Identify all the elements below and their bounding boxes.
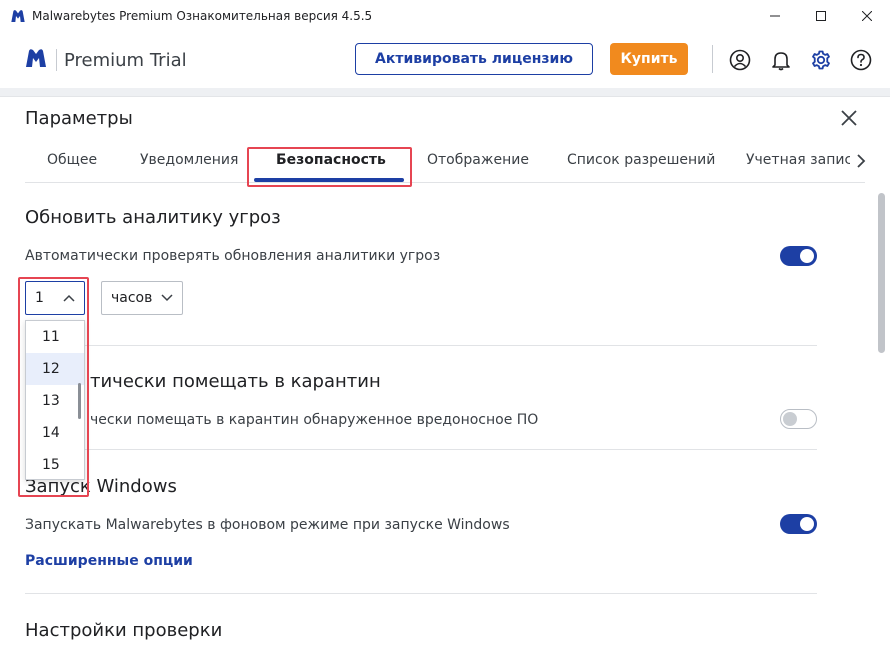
section-divider xyxy=(25,345,817,346)
account-icon xyxy=(729,49,751,71)
maximize-icon xyxy=(816,11,826,21)
toggle-knob xyxy=(783,411,797,426)
chevron-right-icon[interactable] xyxy=(853,151,869,171)
auto-check-label: Автоматически проверять обновления анали… xyxy=(25,248,441,264)
auto-check-toggle[interactable] xyxy=(780,246,817,266)
quarantine-toggle[interactable] xyxy=(780,409,817,429)
dropdown-option[interactable]: 15 xyxy=(26,449,84,479)
interval-unit: часов xyxy=(111,290,153,306)
active-tab-indicator xyxy=(254,178,404,182)
quarantine-title: тически помещать в карантин xyxy=(90,371,381,392)
settings-panel: Параметры Общее Уведомления Безопасность… xyxy=(0,96,890,645)
section-divider xyxy=(25,449,817,450)
help-icon xyxy=(850,49,872,71)
app-header: Premium Trial Активировать лицензию Купи… xyxy=(0,32,890,88)
panel-separator xyxy=(0,88,890,96)
gear-icon xyxy=(812,50,830,70)
scan-settings-title: Настройки проверки xyxy=(25,620,223,641)
product-name: Premium Trial xyxy=(64,50,187,71)
section-divider xyxy=(25,593,817,594)
tabs-strip: Общее Уведомления Безопасность Отображен… xyxy=(25,147,850,183)
tab-display[interactable]: Отображение xyxy=(427,152,529,168)
malwarebytes-logo-icon xyxy=(11,10,25,22)
header-divider xyxy=(56,49,57,71)
tab-notifications[interactable]: Уведомления xyxy=(140,152,238,168)
activate-license-button[interactable]: Активировать лицензию xyxy=(355,43,593,75)
tab-account[interactable]: Учетная запис xyxy=(746,152,850,168)
close-icon xyxy=(862,11,872,21)
malwarebytes-logo-icon xyxy=(26,49,46,67)
buy-button[interactable]: Купить xyxy=(610,43,688,75)
dropdown-option[interactable]: 13 xyxy=(26,385,84,417)
interval-unit-select[interactable]: часов xyxy=(101,281,183,315)
tab-general[interactable]: Общее xyxy=(47,152,97,168)
windows-startup-toggle[interactable] xyxy=(780,514,817,534)
settings-scrollbar[interactable] xyxy=(878,193,885,353)
chevron-down-icon xyxy=(161,294,173,302)
dropdown-option[interactable]: 14 xyxy=(26,417,84,449)
window-titlebar: Malwarebytes Premium Ознакомительная вер… xyxy=(0,0,890,32)
interval-value-select[interactable]: 1 xyxy=(25,281,85,315)
advanced-options-link[interactable]: Расширенные опции xyxy=(25,553,193,569)
settings-content: Обновить аналитику угроз Автоматически п… xyxy=(0,183,890,645)
quarantine-label: чески помещать в карантин обнаруженное в… xyxy=(90,412,539,428)
minimize-button[interactable] xyxy=(752,0,798,32)
maximize-button[interactable] xyxy=(798,0,844,32)
dropdown-scrollbar[interactable] xyxy=(78,383,81,419)
toggle-knob xyxy=(800,517,814,531)
settings-button[interactable] xyxy=(809,48,833,72)
interval-dropdown-list[interactable]: 11 12 13 14 15 xyxy=(25,320,85,480)
minimize-icon xyxy=(770,15,780,17)
settings-title: Параметры xyxy=(25,108,133,129)
dropdown-option[interactable]: 12 xyxy=(26,353,84,385)
toggle-knob xyxy=(800,249,814,263)
dropdown-option[interactable]: 11 xyxy=(26,321,84,353)
chevron-up-icon xyxy=(63,294,75,302)
help-button[interactable] xyxy=(849,48,873,72)
window-title: Malwarebytes Premium Ознакомительная вер… xyxy=(32,9,373,23)
interval-value: 1 xyxy=(35,290,44,306)
settings-tabs: Общее Уведомления Безопасность Отображен… xyxy=(25,147,869,183)
tab-security[interactable]: Безопасность xyxy=(276,152,386,168)
account-button[interactable] xyxy=(728,48,752,72)
tab-allow-list[interactable]: Список разрешений xyxy=(567,152,715,168)
threat-intel-title: Обновить аналитику угроз xyxy=(25,207,281,228)
header-divider xyxy=(712,45,713,73)
notifications-button[interactable] xyxy=(769,48,793,72)
windows-startup-label: Запускать Malwarebytes в фоновом режиме … xyxy=(25,517,510,533)
close-window-button[interactable] xyxy=(844,0,890,32)
close-settings-icon[interactable] xyxy=(838,107,860,129)
bell-icon xyxy=(772,52,790,71)
